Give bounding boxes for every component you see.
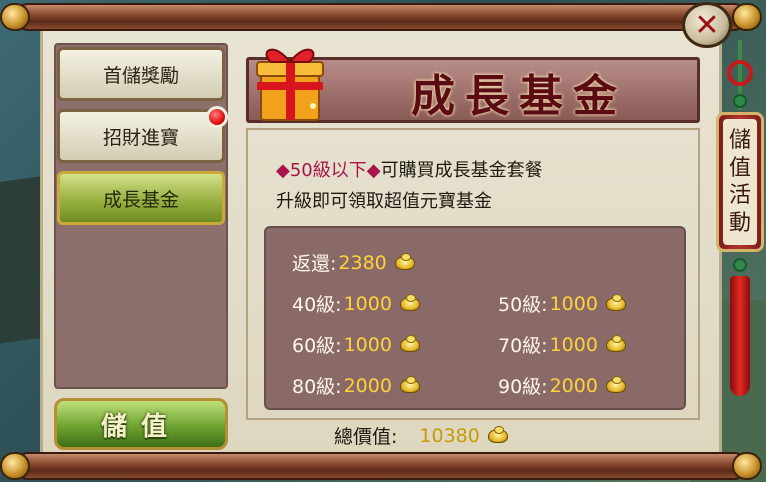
level-label: 80級: <box>292 376 342 398</box>
total-label: 總價值: <box>334 426 398 448</box>
fund-description: 升級即可領取超值元寶基金 <box>276 191 492 212</box>
fund-purchase-text: 可購買成長基金套餐 <box>380 160 543 181</box>
level-value: 1000 <box>343 292 392 315</box>
level-requirement: ◆50級以下◆ <box>276 160 381 181</box>
tassel-icon <box>730 276 750 396</box>
sidebar: 首儲獎勵 招財進寶 成長基金 <box>54 43 228 389</box>
jade-bead-icon <box>733 258 747 272</box>
chinese-knot-icon <box>727 60 753 86</box>
rod-cap-right <box>732 3 762 31</box>
fund-condition-text: ◆50級以下◆ 可購買成長基金套餐 <box>276 156 543 182</box>
close-icon: ✕ <box>694 7 720 43</box>
store-button-label: 儲值 <box>100 411 181 442</box>
notification-dot-icon <box>206 106 228 128</box>
level-label: 40級: <box>292 294 342 316</box>
rebate-value: 2380 <box>338 251 387 274</box>
tag-char: 值 <box>728 155 751 181</box>
tab-label: 招財進寶 <box>102 126 179 149</box>
level-reward-row: 90級: 2000 <box>498 372 626 399</box>
tag-char: 儲 <box>728 128 751 153</box>
level-reward-row: 40級: 1000 <box>292 290 420 317</box>
store-button[interactable]: 儲值 <box>54 398 228 450</box>
gold-ingot-icon <box>399 334 420 352</box>
tag-char: 活 <box>728 183 751 208</box>
level-label: 60級: <box>292 335 342 357</box>
jade-bead-icon <box>733 94 747 108</box>
recharge-event-tag[interactable]: 儲 值 活 動 <box>716 112 764 252</box>
gold-ingot-icon <box>399 293 420 311</box>
close-button[interactable]: ✕ <box>682 2 732 48</box>
total-value: 10380 <box>419 424 480 447</box>
rod-cap-left <box>0 452 30 480</box>
level-label: 90級: <box>498 376 548 398</box>
tab-growth-fund[interactable]: 成長基金 <box>57 171 225 225</box>
level-value: 1000 <box>549 292 598 315</box>
rebate-label: 返還: <box>292 253 337 275</box>
gold-ingot-icon <box>487 425 508 443</box>
page-title: 成長基金 <box>411 71 627 122</box>
level-reward-row: 70級: 1000 <box>498 331 626 358</box>
tag-char: 動 <box>728 210 751 236</box>
tab-first-deposit-reward[interactable]: 首儲獎勵 <box>57 47 225 101</box>
total-value-row: 總價值: 10380 <box>334 422 508 449</box>
level-value: 2000 <box>549 374 598 397</box>
level-reward-row: 60級: 1000 <box>292 331 420 358</box>
rod-cap-right <box>732 452 762 480</box>
gold-ingot-icon <box>605 375 626 393</box>
level-reward-row: 50級: 1000 <box>498 290 626 317</box>
tab-label: 成長基金 <box>102 188 179 211</box>
gold-ingot-icon <box>394 252 415 270</box>
scroll-rod-bottom <box>0 452 762 480</box>
tab-fortune[interactable]: 招財進寶 <box>57 106 228 163</box>
tab-label: 首儲獎勵 <box>102 64 179 87</box>
gold-ingot-icon <box>605 334 626 352</box>
level-reward-row: 80級: 2000 <box>292 372 420 399</box>
rod-cap-left <box>0 3 30 31</box>
level-value: 1000 <box>549 333 598 356</box>
gold-ingot-icon <box>399 375 420 393</box>
level-label: 50級: <box>498 294 548 316</box>
level-value: 1000 <box>343 333 392 356</box>
scroll-rod-top <box>0 3 762 31</box>
rebate-row: 返還: 2380 <box>292 249 415 276</box>
gift-box-icon <box>256 48 324 121</box>
level-label: 70級: <box>498 335 548 357</box>
recharge-event-label: 儲 值 活 動 <box>723 119 757 245</box>
gold-ingot-icon <box>605 293 626 311</box>
level-value: 2000 <box>343 374 392 397</box>
